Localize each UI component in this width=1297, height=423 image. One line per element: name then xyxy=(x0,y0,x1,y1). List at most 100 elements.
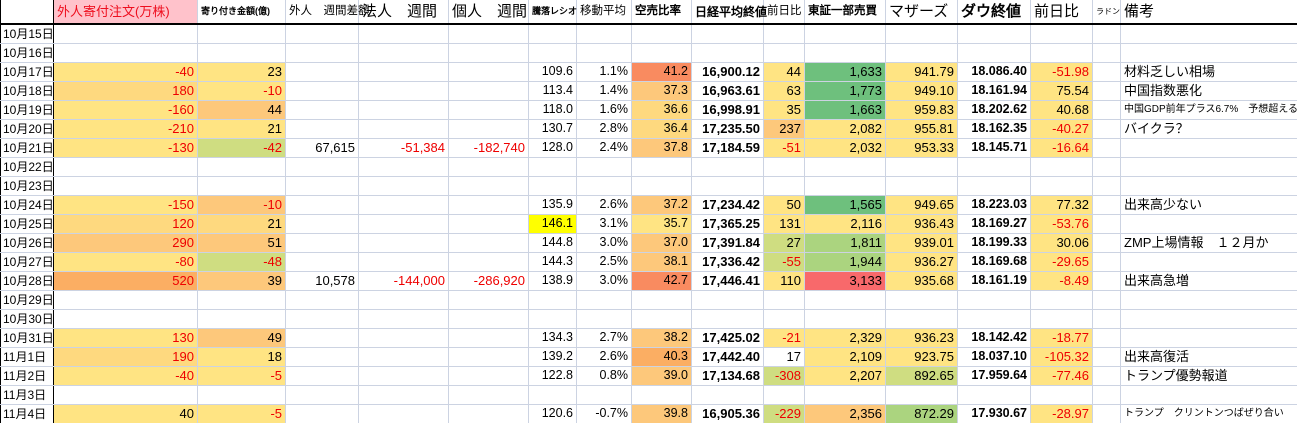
cell-b[interactable]: 120 xyxy=(54,214,198,233)
cell-q[interactable]: 材料乏しい相場 xyxy=(1121,62,1297,81)
cell-j[interactable]: 16,900.12 xyxy=(692,62,764,81)
cell-m[interactable]: 949.65 xyxy=(886,195,958,214)
cell-k[interactable]: 17 xyxy=(764,347,805,366)
cell-l[interactable]: 2,032 xyxy=(805,138,886,157)
cell-m[interactable] xyxy=(886,176,958,195)
cell-m[interactable]: 939.01 xyxy=(886,233,958,252)
cell-q[interactable]: 中国指数悪化 xyxy=(1121,81,1297,100)
cell-b[interactable]: -210 xyxy=(54,119,198,138)
date-cell[interactable]: 11月4日 xyxy=(1,404,54,423)
date-cell[interactable]: 10月26日 xyxy=(1,233,54,252)
col-header-d[interactable]: 外人 週間差額 xyxy=(286,0,359,24)
cell-e[interactable] xyxy=(359,157,449,176)
col-header-k[interactable]: 前日比 xyxy=(764,0,805,24)
cell-d[interactable] xyxy=(286,119,359,138)
col-header-o[interactable]: 前日比 xyxy=(1031,0,1093,24)
cell-n[interactable]: 18.145.71 xyxy=(958,138,1031,157)
cell-b[interactable]: 40 xyxy=(54,404,198,423)
cell-k[interactable]: 63 xyxy=(764,81,805,100)
cell-n[interactable]: 18.169.68 xyxy=(958,252,1031,271)
cell-b[interactable]: 190 xyxy=(54,347,198,366)
cell-h[interactable]: 1.6% xyxy=(577,100,632,119)
cell-k[interactable]: 131 xyxy=(764,214,805,233)
cell-e[interactable] xyxy=(359,347,449,366)
cell-m[interactable]: 949.10 xyxy=(886,81,958,100)
cell-k[interactable]: 27 xyxy=(764,233,805,252)
cell-i[interactable] xyxy=(632,24,692,43)
cell-e[interactable] xyxy=(359,176,449,195)
cell-o[interactable]: -28.97 xyxy=(1031,404,1093,423)
cell-d[interactable] xyxy=(286,24,359,43)
cell-d[interactable] xyxy=(286,195,359,214)
cell-d[interactable] xyxy=(286,157,359,176)
date-cell[interactable]: 10月24日 xyxy=(1,195,54,214)
cell-d[interactable] xyxy=(286,290,359,309)
cell-b[interactable] xyxy=(54,176,198,195)
cell-k[interactable] xyxy=(764,385,805,404)
cell-h[interactable]: 1.4% xyxy=(577,81,632,100)
cell-j[interactable]: 17,365.25 xyxy=(692,214,764,233)
cell-e[interactable] xyxy=(359,62,449,81)
cell-b[interactable]: -130 xyxy=(54,138,198,157)
cell-o[interactable]: -18.77 xyxy=(1031,328,1093,347)
cell-o[interactable]: -16.64 xyxy=(1031,138,1093,157)
cell-m[interactable] xyxy=(886,157,958,176)
col-header-p[interactable]: ラドン xyxy=(1093,0,1121,24)
cell-d[interactable] xyxy=(286,404,359,423)
cell-l[interactable]: 1,565 xyxy=(805,195,886,214)
cell-f[interactable] xyxy=(449,404,529,423)
cell-n[interactable]: 18.161.19 xyxy=(958,271,1031,290)
cell-l[interactable]: 2,207 xyxy=(805,366,886,385)
cell-l[interactable] xyxy=(805,43,886,62)
cell-h[interactable]: 1.1% xyxy=(577,62,632,81)
cell-g[interactable] xyxy=(529,157,577,176)
cell-m[interactable] xyxy=(886,309,958,328)
cell-g[interactable]: 138.9 xyxy=(529,271,577,290)
cell-n[interactable] xyxy=(958,157,1031,176)
cell-k[interactable] xyxy=(764,43,805,62)
cell-g[interactable]: 144.3 xyxy=(529,252,577,271)
cell-n[interactable]: 17.959.64 xyxy=(958,366,1031,385)
cell-l[interactable] xyxy=(805,24,886,43)
cell-f[interactable] xyxy=(449,195,529,214)
cell-m[interactable] xyxy=(886,43,958,62)
cell-n[interactable] xyxy=(958,290,1031,309)
col-header-b[interactable]: 外人寄付注文(万株) xyxy=(54,0,198,24)
col-header-f[interactable]: 個人 週間 xyxy=(449,0,529,24)
cell-c[interactable] xyxy=(198,290,286,309)
cell-i[interactable]: 38.1 xyxy=(632,252,692,271)
cell-h[interactable]: 2.5% xyxy=(577,252,632,271)
cell-i[interactable]: 41.2 xyxy=(632,62,692,81)
cell-j[interactable]: 17,336.42 xyxy=(692,252,764,271)
cell-g[interactable]: 146.1 xyxy=(529,214,577,233)
cell-d[interactable]: 10,578 xyxy=(286,271,359,290)
cell-n[interactable]: 18.202.62 xyxy=(958,100,1031,119)
cell-n[interactable]: 18.037.10 xyxy=(958,347,1031,366)
cell-k[interactable]: 44 xyxy=(764,62,805,81)
cell-n[interactable]: 18.199.33 xyxy=(958,233,1031,252)
cell-c[interactable]: -10 xyxy=(198,81,286,100)
cell-l[interactable] xyxy=(805,309,886,328)
date-cell[interactable]: 10月16日 xyxy=(1,43,54,62)
cell-o[interactable] xyxy=(1031,385,1093,404)
cell-m[interactable]: 941.79 xyxy=(886,62,958,81)
cell-g[interactable]: 134.3 xyxy=(529,328,577,347)
cell-j[interactable] xyxy=(692,43,764,62)
cell-j[interactable]: 17,425.02 xyxy=(692,328,764,347)
cell-g[interactable]: 118.0 xyxy=(529,100,577,119)
cell-j[interactable]: 17,134.68 xyxy=(692,366,764,385)
cell-i[interactable] xyxy=(632,43,692,62)
cell-p[interactable] xyxy=(1093,24,1121,43)
cell-g[interactable]: 109.6 xyxy=(529,62,577,81)
col-header-l[interactable]: 東証一部売買 xyxy=(805,0,886,24)
cell-n[interactable] xyxy=(958,309,1031,328)
cell-d[interactable] xyxy=(286,43,359,62)
cell-i[interactable]: 35.7 xyxy=(632,214,692,233)
date-cell[interactable]: 10月30日 xyxy=(1,309,54,328)
cell-b[interactable]: 130 xyxy=(54,328,198,347)
cell-g[interactable]: 113.4 xyxy=(529,81,577,100)
col-header-j[interactable]: 日経平均終値 xyxy=(692,0,764,24)
cell-q[interactable] xyxy=(1121,157,1297,176)
cell-l[interactable]: 2,082 xyxy=(805,119,886,138)
cell-c[interactable]: -5 xyxy=(198,404,286,423)
